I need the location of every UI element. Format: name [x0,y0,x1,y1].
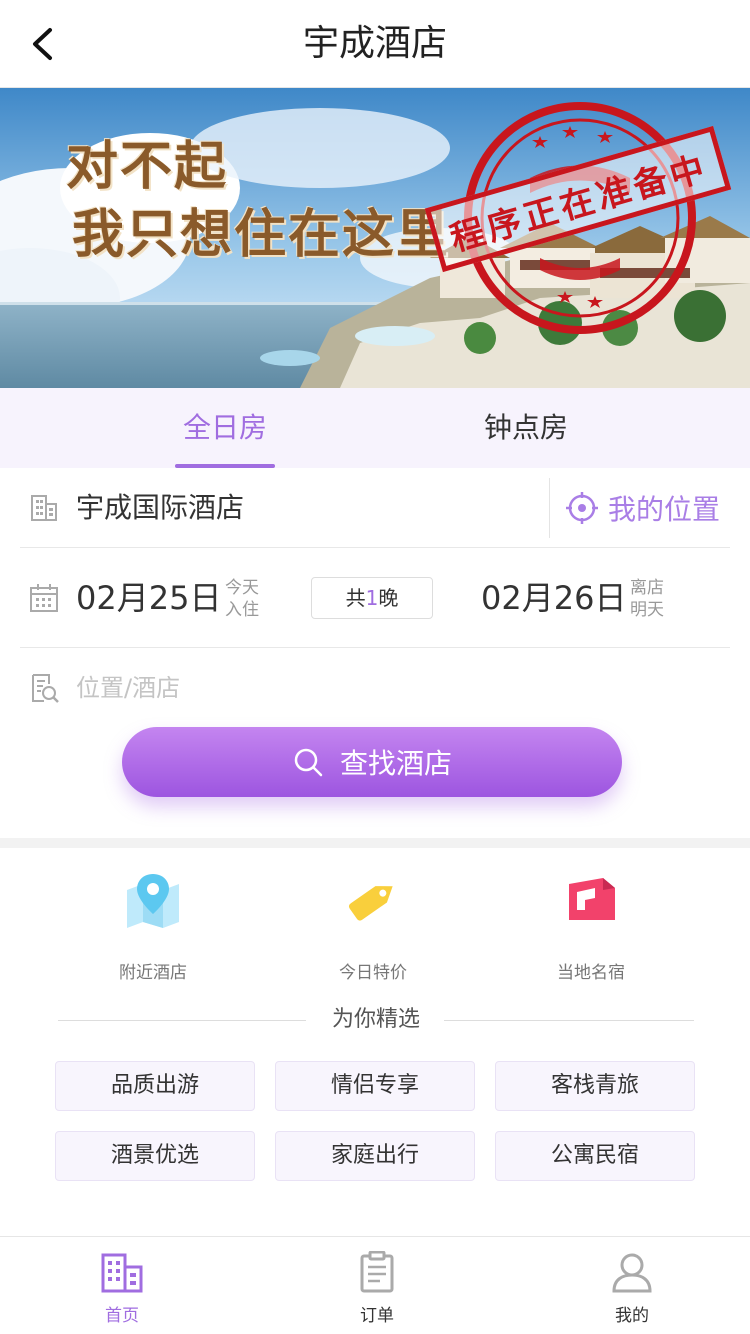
picks-header: 为你精选 [58,1003,694,1037]
pick-chip[interactable]: 酒景优选 [55,1131,255,1181]
pick-chip[interactable]: 公寓民宿 [495,1131,695,1181]
app-screen: 宇成酒店 对不起 我只想住在这里 程序正在准备中 全日房 钟点房 宇成国际酒店 … [0,0,750,1334]
my-location-label: 我的位置 [608,493,721,526]
checkout-note-day: 明天 [630,600,664,620]
date-row: 02月25日 今天 入住 共1晚 02月26日 离店 明天 [20,548,730,648]
room-type-tabs: 全日房 钟点房 [0,388,750,468]
nights-suffix: 晚 [378,586,399,610]
find-hotel-button[interactable]: 查找酒店 [122,727,622,797]
quick-entry-nearby[interactable]: 附近酒店 [93,870,213,983]
checkin-note-action: 入住 [225,600,259,620]
map-pin-icon [127,874,179,928]
tab-hourly-label: 钟点房 [484,411,569,444]
checkin-date[interactable]: 02月25日 [76,578,221,618]
tab-full-day-label: 全日房 [182,411,267,444]
nights-prefix: 共 [345,586,366,610]
pick-chip[interactable]: 家庭出行 [275,1131,475,1181]
top-bar: 宇成酒店 [0,0,750,88]
tab-full-day[interactable]: 全日房 [0,388,450,468]
picks-title: 为你精选 [331,1007,420,1032]
quick-entry-homestay[interactable]: 当地名宿 [531,870,651,983]
find-hotel-label: 查找酒店 [339,747,452,780]
pick-chip[interactable]: 客栈青旅 [495,1061,695,1111]
keyword-search-input[interactable] [76,668,676,708]
quick-entry-homestay-label: 当地名宿 [557,963,625,983]
quick-entry-deals-label: 今日特价 [339,963,407,983]
section-divider [0,838,750,848]
tab-hourly[interactable]: 钟点房 [450,388,750,468]
clipboard-icon [360,1251,394,1293]
quick-entry-nearby-label: 附近酒店 [119,963,187,983]
divider [549,478,550,538]
bottom-tab-bar: 首页 订单 我的 [0,1236,750,1334]
nav-home-label: 首页 [105,1306,139,1326]
checkin-note-day: 今天 [225,578,259,598]
hotel-name[interactable]: 宇成国际酒店 [76,488,244,528]
quick-entry-deals[interactable]: 今日特价 [313,870,433,983]
user-icon [612,1253,652,1293]
price-tag-icon [348,886,393,921]
building-icon [101,1253,143,1293]
hotel-building-icon [31,495,57,521]
banner-headline: 对不起 [66,137,229,197]
calendar-icon [30,584,58,612]
nav-profile[interactable]: 我的 [572,1251,692,1326]
checkout-date[interactable]: 02月26日 [481,578,626,618]
nav-home[interactable]: 首页 [62,1251,182,1326]
banner-subheadline: 我只想住在这里 [72,205,451,265]
nav-profile-label: 我的 [615,1306,649,1326]
keyword-row [20,648,730,728]
homestay-icon [569,878,615,920]
promo-banner[interactable]: 对不起 我只想住在这里 程序正在准备中 [0,88,750,388]
my-location-button[interactable]: 我的位置 [566,488,720,528]
nav-orders[interactable]: 订单 [317,1251,437,1326]
hotel-row: 宇成国际酒店 我的位置 [20,468,730,548]
checkout-note-action: 离店 [630,578,664,598]
nav-orders-label: 订单 [360,1306,394,1326]
pick-chip[interactable]: 品质出游 [55,1061,255,1111]
pick-chip[interactable]: 情侣专享 [275,1061,475,1111]
search-icon [294,748,323,777]
locate-crosshair-icon [566,492,598,524]
nights-number: 1 [365,586,379,610]
search-document-icon [32,674,59,703]
nights-count-box: 共1晚 [311,577,433,619]
page-title: 宇成酒店 [302,23,447,64]
